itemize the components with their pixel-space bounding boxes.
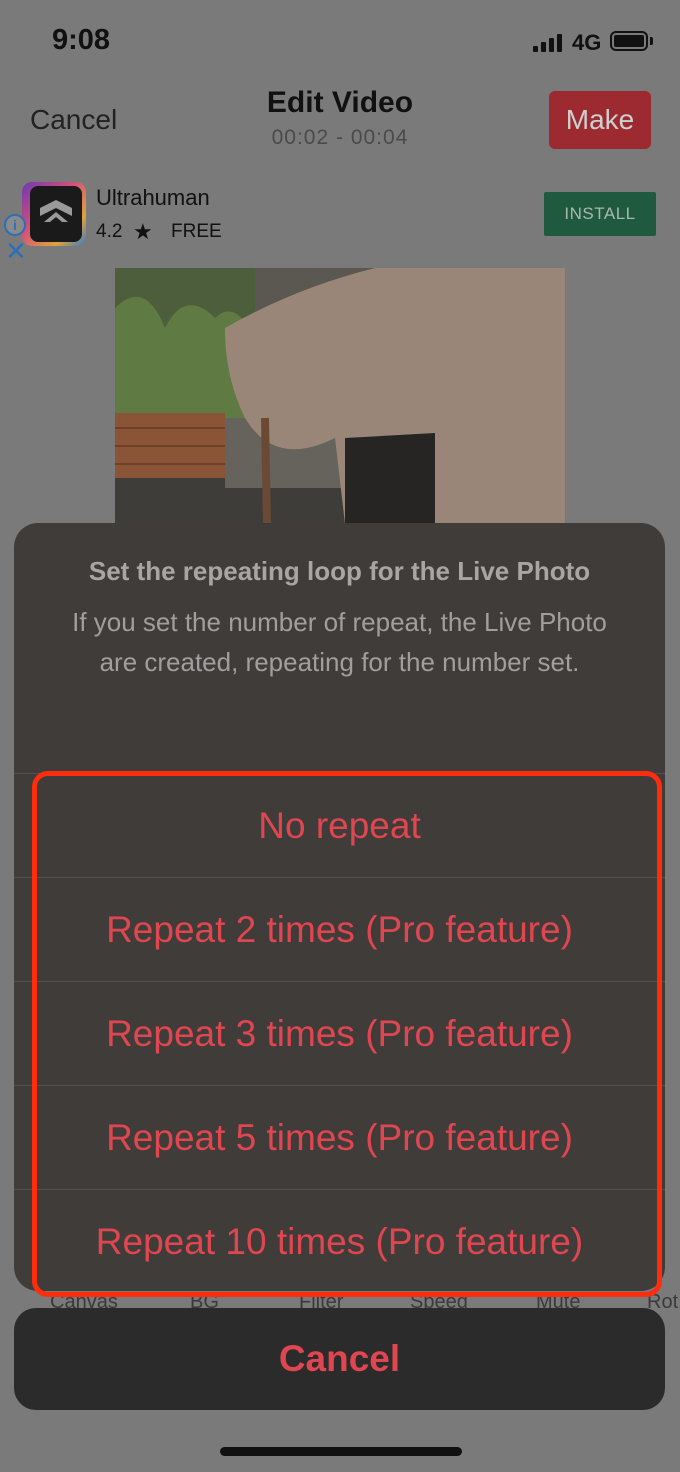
network-type: 4G: [572, 30, 602, 55]
action-sheet-header: Set the repeating loop for the Live Phot…: [14, 523, 665, 773]
ad-price: FREE: [171, 221, 222, 242]
action-sheet-title: Set the repeating loop for the Live Phot…: [88, 556, 591, 586]
home-indicator: [220, 1447, 462, 1456]
star-icon: ★: [133, 219, 153, 244]
battery-tip: [650, 37, 653, 45]
options-highlight-box: [32, 771, 662, 1297]
action-sheet-message: If you set the number of repeat, the Liv…: [72, 607, 607, 677]
install-button[interactable]: INSTALL: [544, 192, 656, 236]
ad-app-name: Ultrahuman: [96, 185, 210, 210]
video-preview: [115, 268, 565, 524]
ultrahuman-logo-icon: [30, 186, 82, 242]
action-sheet-cancel-button[interactable]: Cancel: [14, 1308, 665, 1410]
ad-info-icon[interactable]: i: [4, 214, 26, 236]
make-button[interactable]: Make: [549, 91, 651, 149]
battery-icon: [610, 31, 648, 51]
ad-close-icon[interactable]: ✕: [5, 238, 27, 264]
ad-rating: 4.2: [96, 221, 123, 242]
status-time: 9:08: [52, 24, 111, 56]
cellular-signal-icon: [533, 34, 567, 52]
